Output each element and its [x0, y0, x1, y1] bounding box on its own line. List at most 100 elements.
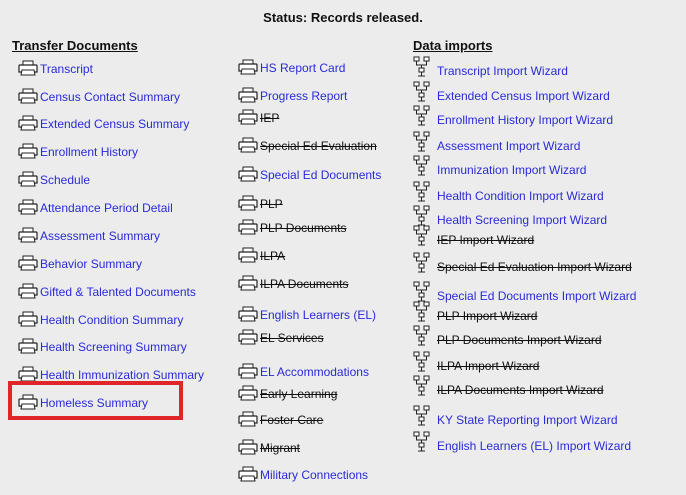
transfer-doc-transcript[interactable]: Transcript — [18, 60, 93, 76]
document-plp: PLP — [238, 195, 283, 211]
transfer-doc-health-screening-summary[interactable]: Health Screening Summary — [18, 338, 187, 354]
document-migrant: Migrant — [238, 439, 300, 455]
transfer-doc-label[interactable]: Schedule — [40, 173, 90, 187]
printer-icon — [18, 115, 40, 131]
printer-icon — [18, 255, 40, 271]
document-progress-report[interactable]: Progress Report — [238, 87, 347, 103]
import-wizard-icon — [413, 56, 437, 78]
import-wizard-health-screening-import-wizard[interactable]: Health Screening Import Wizard — [413, 205, 607, 227]
transfer-documents-panel: Status: Records released. Transfer Docum… — [0, 0, 686, 495]
import-wizard-special-ed-evaluation-import-wizard: Special Ed Evaluation Import Wizard — [413, 252, 632, 274]
transfer-documents-header: Transfer Documents — [12, 38, 138, 53]
import-wizard-icon — [413, 155, 437, 177]
import-wizard-english-learners-el-import-wizard[interactable]: English Learners (EL) Import Wizard — [413, 431, 631, 453]
transfer-doc-label[interactable]: Enrollment History — [40, 145, 138, 159]
document-el-services: EL Services — [238, 329, 324, 345]
printer-icon — [238, 329, 260, 345]
import-wizard-assessment-import-wizard[interactable]: Assessment Import Wizard — [413, 131, 580, 153]
import-wizard-label: ILPA Import Wizard — [437, 359, 540, 373]
document-special-ed-documents[interactable]: Special Ed Documents — [238, 166, 381, 182]
document-label[interactable]: HS Report Card — [260, 61, 345, 75]
document-label: Early Learning — [260, 387, 338, 401]
document-label: PLP Documents — [260, 221, 347, 235]
import-wizard-extended-census-import-wizard[interactable]: Extended Census Import Wizard — [413, 81, 610, 103]
document-english-learners-el[interactable]: English Learners (EL) — [238, 306, 376, 322]
transfer-doc-schedule[interactable]: Schedule — [18, 171, 90, 187]
import-wizard-label[interactable]: Immunization Import Wizard — [437, 163, 586, 177]
transfer-doc-label[interactable]: Health Screening Summary — [40, 340, 187, 354]
printer-icon — [18, 311, 40, 327]
transfer-doc-attendance-period-detail[interactable]: Attendance Period Detail — [18, 199, 173, 215]
printer-icon — [238, 466, 260, 482]
import-wizard-ilpa-import-wizard: ILPA Import Wizard — [413, 351, 539, 373]
import-wizard-icon — [413, 81, 437, 103]
document-military-connections[interactable]: Military Connections — [238, 466, 368, 482]
transfer-doc-health-immunization-summary[interactable]: Health Immunization Summary — [18, 366, 204, 382]
import-wizard-icon — [413, 325, 437, 347]
import-wizard-health-condition-import-wizard[interactable]: Health Condition Import Wizard — [413, 181, 604, 203]
import-wizard-label[interactable]: Transcript Import Wizard — [437, 64, 568, 78]
import-wizard-label[interactable]: KY State Reporting Import Wizard — [437, 413, 618, 427]
printer-icon — [238, 137, 260, 153]
import-wizard-transcript-import-wizard[interactable]: Transcript Import Wizard — [413, 56, 568, 78]
document-special-ed-evaluation: Special Ed Evaluation — [238, 137, 377, 153]
transfer-doc-label[interactable]: Health Condition Summary — [40, 313, 183, 327]
printer-icon — [18, 338, 40, 354]
document-label: ILPA Documents — [260, 277, 349, 291]
status-text: Status: Records released. — [263, 10, 423, 25]
import-wizard-iep-import-wizard: IEP Import Wizard — [413, 225, 534, 247]
transfer-doc-enrollment-history[interactable]: Enrollment History — [18, 143, 138, 159]
printer-icon — [238, 363, 260, 379]
import-wizard-label[interactable]: Health Condition Import Wizard — [437, 189, 604, 203]
document-ilpa: ILPA — [238, 247, 285, 263]
import-wizard-icon — [413, 181, 437, 203]
transfer-doc-gifted-and-talented-documents[interactable]: Gifted & Talented Documents — [18, 283, 196, 299]
document-iep: IEP — [238, 109, 279, 125]
import-wizard-plp-documents-import-wizard: PLP Documents Import Wizard — [413, 325, 602, 347]
document-hs-report-card[interactable]: HS Report Card — [238, 59, 345, 75]
transfer-doc-label[interactable]: Transcript — [40, 62, 93, 76]
transfer-doc-label[interactable]: Behavior Summary — [40, 257, 142, 271]
transfer-doc-label[interactable]: Attendance Period Detail — [40, 201, 173, 215]
document-label[interactable]: EL Accommodations — [260, 365, 369, 379]
import-wizard-label: PLP Import Wizard — [437, 309, 538, 323]
import-wizard-icon — [413, 375, 437, 397]
transfer-doc-census-contact-summary[interactable]: Census Contact Summary — [18, 88, 180, 104]
printer-icon — [18, 171, 40, 187]
import-wizard-enrollment-history-import-wizard[interactable]: Enrollment History Import Wizard — [413, 105, 613, 127]
import-wizard-label[interactable]: English Learners (EL) Import Wizard — [437, 439, 631, 453]
printer-icon — [18, 60, 40, 76]
document-label: Foster Care — [260, 413, 324, 427]
document-label[interactable]: English Learners (EL) — [260, 308, 376, 322]
import-wizard-ky-state-reporting-import-wizard[interactable]: KY State Reporting Import Wizard — [413, 405, 618, 427]
transfer-doc-label[interactable]: Census Contact Summary — [40, 90, 180, 104]
document-el-accommodations[interactable]: EL Accommodations — [238, 363, 369, 379]
transfer-doc-extended-census-summary[interactable]: Extended Census Summary — [18, 115, 189, 131]
import-wizard-label[interactable]: Extended Census Import Wizard — [437, 89, 610, 103]
import-wizard-label[interactable]: Assessment Import Wizard — [437, 139, 580, 153]
transfer-doc-label[interactable]: Assessment Summary — [40, 229, 160, 243]
document-label[interactable]: Military Connections — [260, 468, 368, 482]
transfer-doc-health-condition-summary[interactable]: Health Condition Summary — [18, 311, 183, 327]
import-wizard-icon — [413, 301, 437, 323]
printer-icon — [238, 219, 260, 235]
document-label[interactable]: Special Ed Documents — [260, 168, 381, 182]
import-wizard-immunization-import-wizard[interactable]: Immunization Import Wizard — [413, 155, 586, 177]
transfer-doc-label[interactable]: Gifted & Talented Documents — [40, 285, 196, 299]
import-wizard-special-ed-documents-import-wizard[interactable]: Special Ed Documents Import Wizard — [413, 281, 636, 303]
printer-icon — [238, 109, 260, 125]
homeless-summary-highlight — [8, 381, 183, 420]
document-label: IEP — [260, 111, 280, 125]
import-wizard-icon — [413, 252, 437, 274]
import-wizard-label[interactable]: Enrollment History Import Wizard — [437, 113, 613, 127]
transfer-doc-label[interactable]: Health Immunization Summary — [40, 368, 204, 382]
transfer-doc-behavior-summary[interactable]: Behavior Summary — [18, 255, 142, 271]
import-wizard-label: Special Ed Evaluation Import Wizard — [437, 260, 632, 274]
import-wizard-label: PLP Documents Import Wizard — [437, 333, 602, 347]
transfer-doc-assessment-summary[interactable]: Assessment Summary — [18, 227, 160, 243]
printer-icon — [238, 275, 260, 291]
transfer-doc-label[interactable]: Extended Census Summary — [40, 117, 189, 131]
document-label: Migrant — [260, 441, 301, 455]
printer-icon — [238, 87, 260, 103]
document-label[interactable]: Progress Report — [260, 89, 347, 103]
